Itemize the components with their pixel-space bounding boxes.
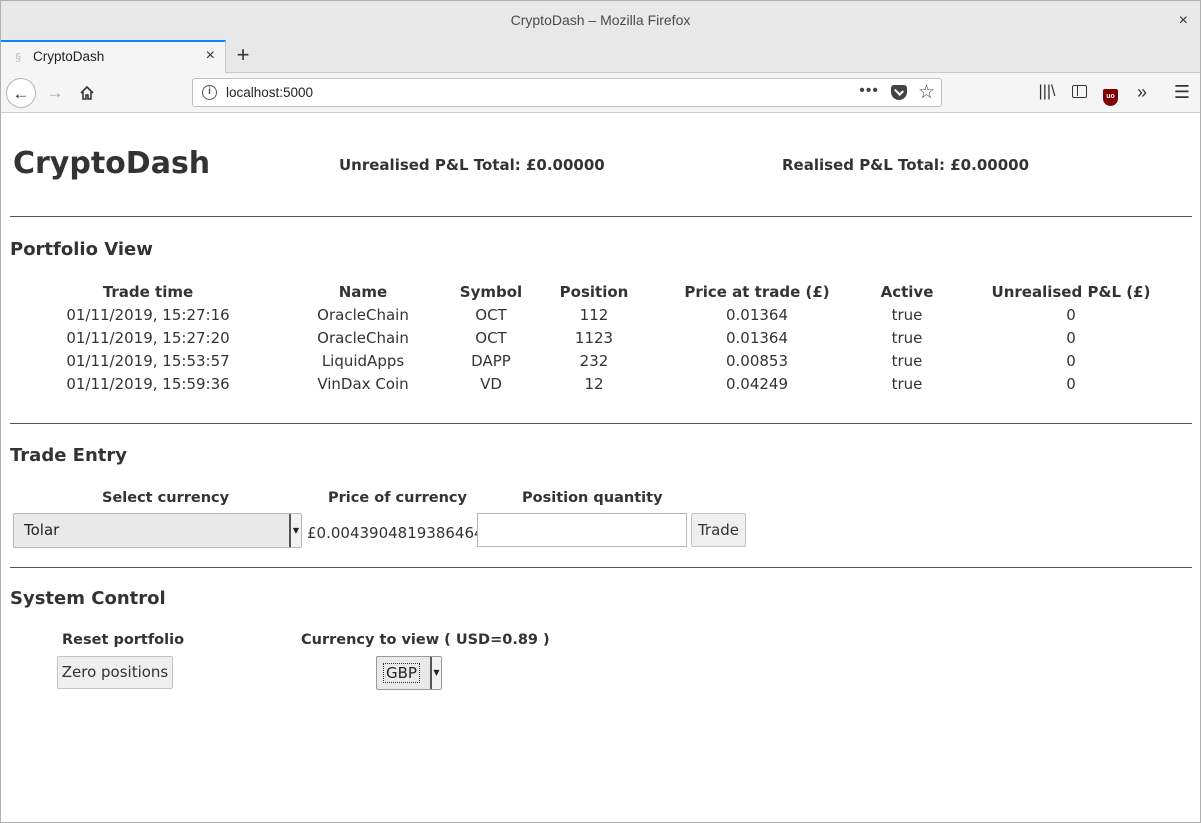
url-bar[interactable]: i localhost:5000 ••• ☆ [192, 78, 942, 107]
cell-active: true [891, 351, 923, 370]
view-currency-value: GBP [383, 663, 420, 683]
cell-position: 12 [584, 374, 604, 393]
site-info-icon[interactable]: i [202, 85, 217, 100]
cell-trade-time: 01/11/2019, 15:53:57 [66, 351, 230, 370]
column-header: Symbol [459, 282, 523, 301]
forward-arrow-icon[interactable]: → [40, 78, 70, 108]
ublock-origin-icon[interactable]: uo [1102, 81, 1119, 106]
portfolio-section-title: Portfolio View [10, 239, 153, 260]
page-favicon-icon: § [15, 52, 22, 64]
dashboard-header: CryptoDash Unrealised P&L Total: £0.0000… [2, 114, 1200, 216]
url-text[interactable]: localhost:5000 [226, 85, 313, 100]
divider [10, 216, 1192, 217]
cell-price: 0.01364 [725, 328, 789, 347]
cell-active: true [891, 328, 923, 347]
dropdown-arrow-icon[interactable]: ▼ [289, 514, 301, 547]
new-tab-icon[interactable]: + [232, 42, 254, 68]
cell-price: 0.01364 [725, 305, 789, 324]
cell-symbol: OCT [475, 305, 507, 324]
cell-symbol: OCT [475, 328, 507, 347]
trade-button[interactable]: Trade [691, 513, 746, 547]
reset-portfolio-label: Reset portfolio [62, 632, 185, 648]
currency-select-value: Tolar [24, 521, 60, 539]
view-currency-select[interactable]: GBP ▼ [376, 656, 442, 690]
column-header: Position [559, 282, 629, 301]
position-quantity-input[interactable] [477, 513, 687, 547]
brand-title: CryptoDash [13, 146, 211, 181]
cell-symbol: DAPP [471, 351, 511, 370]
navigation-bar: ← → i localhost:5000 ••• ☆ |||\ uo » ☰ [1, 73, 1200, 113]
cell-price: 0.04249 [725, 374, 789, 393]
window-close-icon[interactable]: × [1179, 1, 1188, 40]
column-header: Trade time [102, 282, 194, 301]
cell-trade-time: 01/11/2019, 15:27:20 [66, 328, 230, 347]
system-control-section-title: System Control [10, 588, 166, 609]
cell-unrealised-pl: 0 [1066, 351, 1076, 370]
column-header: Price at trade (£) [684, 282, 830, 301]
pocket-icon[interactable] [891, 85, 907, 100]
table-row: 01/11/2019, 15:27:20 OracleChain OCT 112… [10, 326, 1196, 349]
currency-select[interactable]: Tolar ▼ [13, 513, 302, 548]
divider [10, 567, 1192, 568]
zero-positions-button[interactable]: Zero positions [57, 656, 173, 689]
cell-position: 232 [579, 351, 609, 370]
home-icon[interactable] [72, 78, 102, 108]
cell-name: LiquidApps [321, 351, 405, 370]
column-header: Unrealised P&L (£) [991, 282, 1151, 301]
bookmark-star-icon[interactable]: ☆ [918, 81, 935, 104]
cell-name: OracleChain [317, 305, 409, 324]
cell-position: 1123 [574, 328, 614, 347]
cell-active: true [891, 305, 923, 324]
cell-position: 112 [579, 305, 609, 324]
cell-unrealised-pl: 0 [1066, 374, 1076, 393]
realised-pl-total: Realised P&L Total: £0.00000 [782, 156, 1030, 174]
cell-price: 0.00853 [725, 351, 789, 370]
sidebar-icon[interactable] [1070, 81, 1088, 103]
price-of-currency-label: Price of currency [328, 490, 467, 506]
overflow-menu-icon[interactable]: » [1131, 81, 1153, 103]
cell-unrealised-pl: 0 [1066, 328, 1076, 347]
portfolio-table: Trade time Name Symbol Position Price at… [10, 280, 1196, 395]
library-icon[interactable]: |||\ [1037, 81, 1057, 103]
cell-name: VinDax Coin [317, 374, 409, 393]
column-header: Active [880, 282, 934, 301]
browser-window: CryptoDash – Mozilla Firefox × § CryptoD… [0, 0, 1201, 823]
currency-to-view-label: Currency to view ( USD=0.89 ) [301, 632, 550, 648]
page-content: CryptoDash Unrealised P&L Total: £0.0000… [2, 114, 1200, 822]
dropdown-arrow-icon[interactable]: ▼ [430, 657, 441, 689]
table-row: 01/11/2019, 15:53:57 LiquidApps DAPP 232… [10, 349, 1196, 372]
price-of-currency-value: £0.0043904819386464 [307, 524, 484, 542]
window-title: CryptoDash – Mozilla Firefox [510, 12, 691, 28]
cell-symbol: VD [480, 374, 502, 393]
tab-strip: § CryptoDash × + [1, 40, 1200, 74]
table-header-row: Trade time Name Symbol Position Price at… [10, 280, 1196, 303]
cell-active: true [891, 374, 923, 393]
tab-close-icon[interactable]: × [206, 47, 215, 65]
table-row: 01/11/2019, 15:59:36 VinDax Coin VD 12 0… [10, 372, 1196, 395]
tab-label: CryptoDash [33, 49, 105, 64]
cell-trade-time: 01/11/2019, 15:59:36 [66, 374, 230, 393]
unrealised-pl-total: Unrealised P&L Total: £0.00000 [339, 156, 605, 174]
trade-entry-section-title: Trade Entry [10, 445, 128, 466]
select-currency-label: Select currency [102, 490, 230, 506]
cell-name: OracleChain [317, 328, 409, 347]
page-actions-icon[interactable]: ••• [859, 82, 879, 100]
tab-cryptodash[interactable]: § CryptoDash × [1, 40, 226, 74]
back-arrow-icon[interactable]: ← [6, 78, 36, 108]
column-header: Name [338, 282, 388, 301]
position-quantity-label: Position quantity [522, 490, 663, 506]
hamburger-menu-icon[interactable]: ☰ [1171, 81, 1193, 103]
divider [10, 423, 1192, 424]
title-bar: CryptoDash – Mozilla Firefox × [1, 1, 1200, 40]
table-row: 01/11/2019, 15:27:16 OracleChain OCT 112… [10, 303, 1196, 326]
cell-trade-time: 01/11/2019, 15:27:16 [66, 305, 230, 324]
cell-unrealised-pl: 0 [1066, 305, 1076, 324]
